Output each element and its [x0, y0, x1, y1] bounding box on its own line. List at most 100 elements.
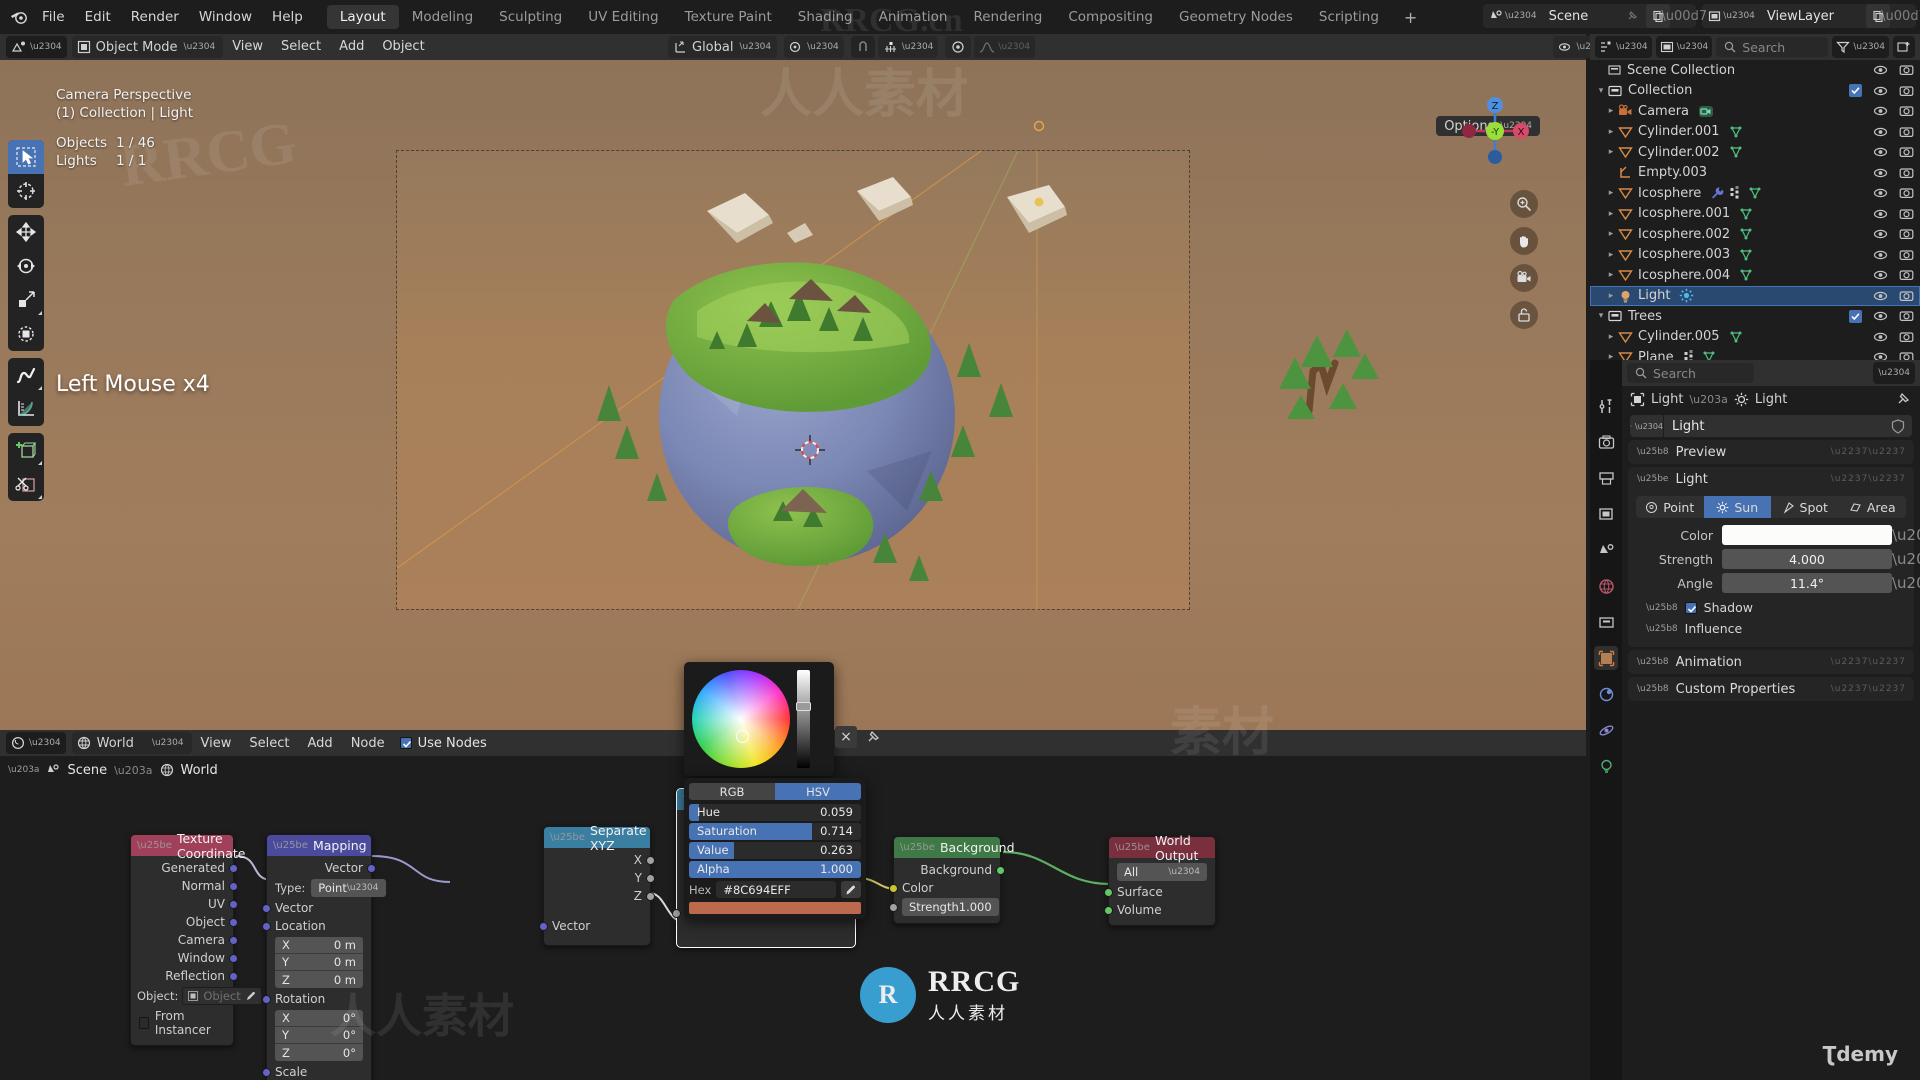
render-camera-icon[interactable]: [1899, 268, 1914, 282]
expand-toggle-icon[interactable]: ▸: [1604, 250, 1618, 260]
light-type-area[interactable]: Area: [1839, 496, 1907, 518]
socket-window[interactable]: Window: [131, 949, 238, 967]
mesh-data-icon[interactable]: [1748, 186, 1762, 200]
node-world-output[interactable]: \u25be World Output All \u2304 Surface Vo…: [1104, 833, 1216, 926]
tab-output[interactable]: [1594, 466, 1618, 490]
workspace-tab-texture-paint[interactable]: Texture Paint: [672, 5, 785, 29]
socket-z[interactable]: Z: [544, 887, 655, 905]
object-field[interactable]: Object: [182, 987, 262, 1005]
workspace-tab-layout[interactable]: Layout: [326, 5, 399, 29]
socket-vector-in[interactable]: Vector: [539, 917, 650, 935]
camera-data-icon[interactable]: [1698, 104, 1714, 119]
outliner-row-cylinder-002[interactable]: ▸ Cylinder.002: [1590, 142, 1920, 163]
animate-color-dot[interactable]: \u2022: [1892, 528, 1920, 543]
socket-location[interactable]: Location: [262, 917, 371, 935]
from-instancer-checkbox[interactable]: [139, 1017, 149, 1029]
mesh-data-icon[interactable]: [1729, 125, 1743, 139]
use-nodes-toggle[interactable]: Use Nodes: [399, 736, 487, 751]
mesh-data-icon[interactable]: [1739, 268, 1753, 282]
visibility-eye-icon[interactable]: [1873, 63, 1888, 77]
pivot-point-selector[interactable]: \u2304: [784, 36, 844, 58]
outliner-row-icosphere-001[interactable]: ▸ Icosphere.001: [1590, 204, 1920, 225]
render-camera-icon[interactable]: [1899, 289, 1914, 303]
visibility-eye-icon[interactable]: [1873, 145, 1888, 159]
render-camera-icon[interactable]: [1899, 104, 1914, 118]
render-camera-icon[interactable]: [1899, 125, 1914, 139]
particles-icon[interactable]: [1729, 186, 1743, 200]
color-picker-popup[interactable]: RGB HSV Hue 0.059 Saturation 0.714 Value…: [684, 662, 866, 919]
color-wheel[interactable]: [692, 670, 790, 768]
alpha-slider[interactable]: Alpha 1.000: [689, 861, 861, 878]
socket-color-in[interactable]: Color: [889, 879, 1000, 897]
transform-orientation-selector[interactable]: Global \u2304: [668, 36, 778, 58]
shear-tool[interactable]: [8, 467, 44, 501]
value-slider-cursor[interactable]: [796, 702, 811, 711]
socket-x[interactable]: X: [544, 851, 655, 869]
visibility-eye-icon[interactable]: [1873, 84, 1888, 98]
pin-picker-button[interactable]: [862, 726, 884, 748]
render-camera-icon[interactable]: [1899, 207, 1914, 221]
properties-search-input[interactable]: Search: [1627, 363, 1755, 383]
outliner-row-icosphere-002[interactable]: ▸ Icosphere.002: [1590, 224, 1920, 245]
node-background[interactable]: \u25be Background Background Color Streng…: [889, 836, 1015, 924]
expand-toggle-icon[interactable]: ▸: [1604, 106, 1618, 116]
render-camera-icon[interactable]: [1899, 309, 1914, 323]
socket-strength-in[interactable]: Strength 1.000: [889, 897, 1000, 917]
eyedropper-icon[interactable]: [246, 991, 256, 1001]
panel-animation-header[interactable]: \u25b8 Animation \u2237\u2237: [1628, 650, 1914, 674]
menu-window[interactable]: Window: [189, 5, 262, 29]
snap-magnet-toggle[interactable]: [850, 36, 875, 58]
outliner-row-cylinder-005[interactable]: ▸ Cylinder.005: [1590, 327, 1920, 348]
socket-uv[interactable]: UV: [131, 895, 238, 913]
rotation-fields[interactable]: X 0° Y 0° Z 0°: [275, 1010, 363, 1061]
value-slider[interactable]: [796, 670, 811, 768]
rotation-x[interactable]: X 0°: [275, 1010, 363, 1027]
mesh-data-icon[interactable]: [1739, 227, 1753, 241]
output-target-dropdown[interactable]: All \u2304: [1117, 863, 1207, 881]
expand-toggle-icon[interactable]: ▸: [1604, 332, 1618, 342]
expand-toggle-icon[interactable]: ▾: [1594, 86, 1608, 96]
panel-custom-properties[interactable]: \u25b8 Custom Properties \u2237\u2237: [1628, 677, 1914, 701]
render-camera-icon[interactable]: [1899, 63, 1914, 77]
3d-viewport[interactable]: Camera Perspective (1) Collection | Ligh…: [0, 60, 1586, 730]
outliner-row-camera[interactable]: ▸ Camera: [1590, 101, 1920, 122]
viewport-menu-object[interactable]: Object: [373, 36, 433, 58]
panel-preview-header[interactable]: \u25b8 Preview \u2237\u2237: [1628, 440, 1914, 464]
color-mode-hsv[interactable]: HSV: [775, 783, 861, 800]
influence-subpanel[interactable]: \u25b8 Influence: [1636, 618, 1906, 639]
node-texture-coordinate[interactable]: \u25be Texture Coordinate Generated Norma…: [130, 831, 262, 1046]
outliner-row-light[interactable]: ▸ Light: [1590, 285, 1920, 306]
tab-scene[interactable]: [1594, 538, 1618, 562]
tab-modifiers[interactable]: [1594, 682, 1618, 706]
render-camera-icon[interactable]: [1899, 227, 1914, 241]
light-strength-field[interactable]: 4.000: [1722, 549, 1892, 569]
render-camera-icon[interactable]: [1899, 145, 1914, 159]
object-mode-selector[interactable]: Object Mode \u2304: [71, 36, 224, 58]
remove-viewlayer-icon[interactable]: \u00d7: [1881, 4, 1920, 28]
socket-vector-out[interactable]: Vector: [267, 859, 376, 877]
mesh-data-icon[interactable]: [1729, 330, 1743, 344]
socket-object[interactable]: Object: [131, 913, 238, 931]
visibility-eye-icon[interactable]: [1873, 248, 1888, 262]
visibility-eye-icon[interactable]: [1873, 268, 1888, 282]
expand-toggle-icon[interactable]: ▸: [1604, 209, 1618, 219]
pan-hand-icon[interactable]: [1510, 227, 1538, 255]
tab-physics[interactable]: [1594, 718, 1618, 742]
visibility-eye-icon[interactable]: [1873, 350, 1888, 360]
outliner-row-icosphere-003[interactable]: ▸ Icosphere.003: [1590, 245, 1920, 266]
animate-angle-dot[interactable]: \u2022: [1892, 576, 1920, 591]
node-menu-view[interactable]: View: [192, 736, 241, 751]
socket-y[interactable]: Y: [544, 869, 655, 887]
expand-toggle-icon[interactable]: ▸: [1604, 352, 1618, 360]
outliner-row-icosphere-004[interactable]: ▸ Icosphere.004: [1590, 265, 1920, 286]
remove-scene-icon[interactable]: \u00d7: [1661, 4, 1707, 28]
expand-toggle-icon[interactable]: ▸: [1604, 270, 1618, 280]
node-collapse-icon[interactable]: \u25be: [900, 842, 935, 853]
properties-editor[interactable]: Search \u2304 Light \u203a Light \u2304 …: [1590, 360, 1920, 1080]
move-tool[interactable]: [8, 215, 44, 249]
node-menu-node[interactable]: Node: [342, 736, 394, 751]
tab-object-data-light[interactable]: [1594, 754, 1618, 778]
socket-generated[interactable]: Generated: [131, 859, 238, 877]
render-camera-icon[interactable]: [1899, 186, 1914, 200]
location-x[interactable]: X0 m: [275, 937, 363, 954]
